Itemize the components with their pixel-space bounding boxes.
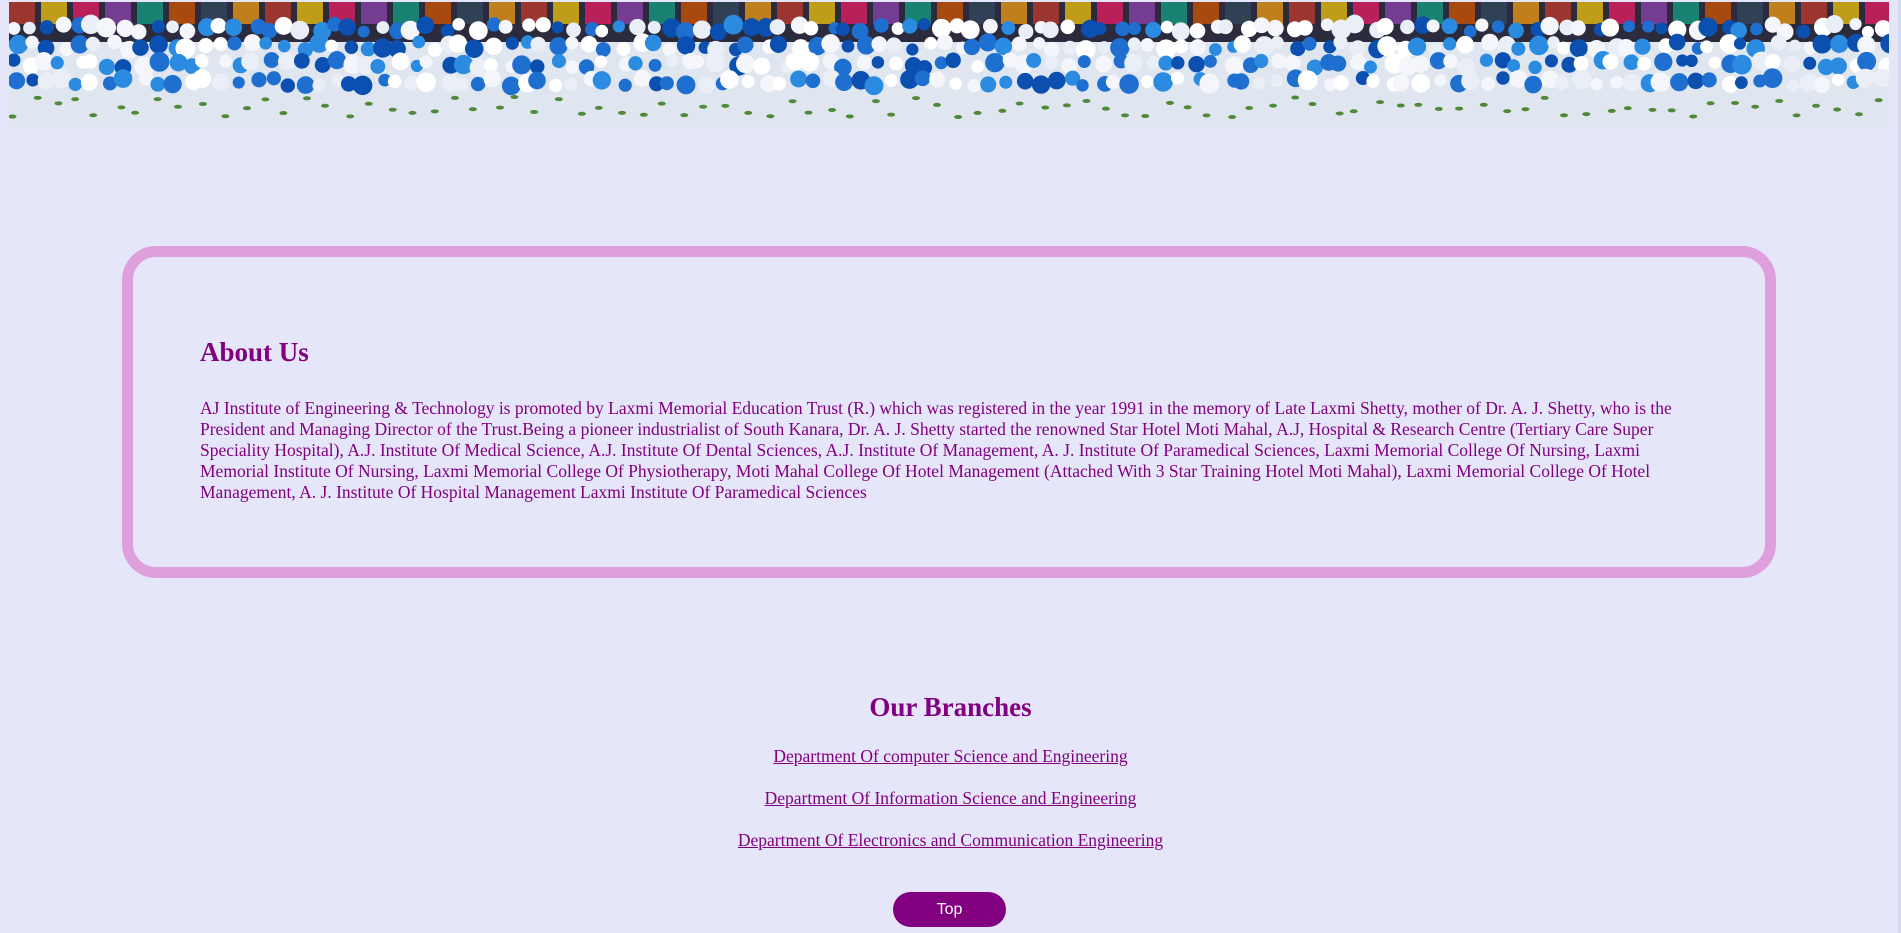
branch-link-ece[interactable]: Department Of Electronics and Communicat… — [738, 830, 1163, 850]
banner-image — [9, 2, 1889, 128]
branches-section: Our Branches Department Of computer Scie… — [0, 686, 1901, 861]
about-title: About Us — [200, 337, 309, 367]
branch-link-cse[interactable]: Department Of computer Science and Engin… — [773, 746, 1127, 766]
branches-title: Our Branches — [869, 692, 1032, 722]
list-item: Department Of Electronics and Communicat… — [0, 819, 1901, 861]
flower-decoration-image — [9, 2, 1889, 128]
list-item: Department Of computer Science and Engin… — [0, 735, 1901, 777]
top-button[interactable]: Top — [893, 892, 1006, 927]
list-item: Department Of Information Science and En… — [0, 777, 1901, 819]
page: About Us AJ Institute of Engineering & T… — [0, 0, 1901, 933]
branch-link-ise[interactable]: Department Of Information Science and En… — [765, 788, 1137, 808]
about-card: About Us AJ Institute of Engineering & T… — [122, 246, 1776, 578]
about-text: AJ Institute of Engineering & Technology… — [200, 398, 1672, 502]
branch-list: Department Of computer Science and Engin… — [0, 735, 1901, 861]
